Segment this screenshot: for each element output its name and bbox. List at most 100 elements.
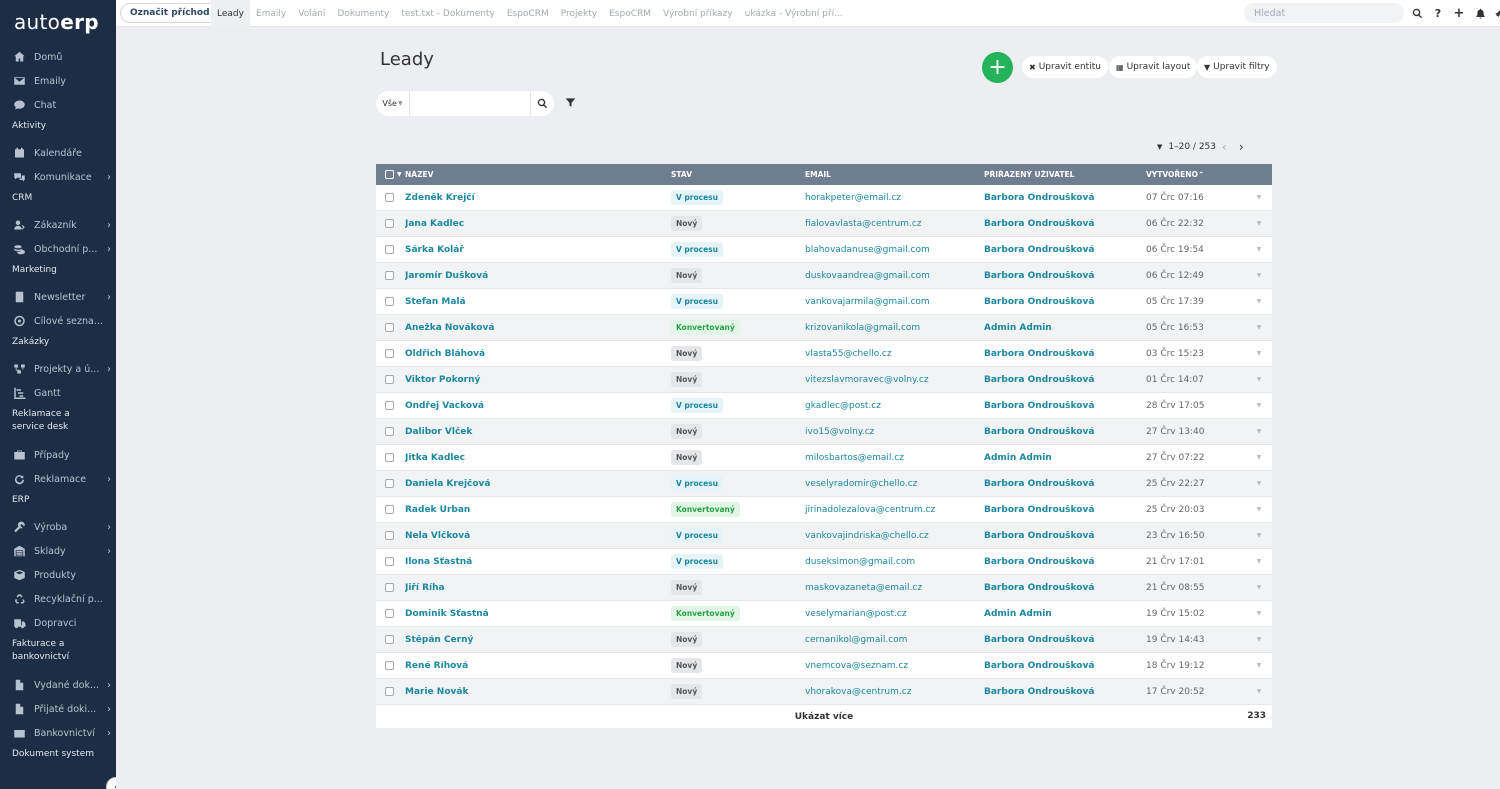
edit-entity-button[interactable]: ✖ Upravit entitu [1022, 56, 1108, 78]
row-checkbox[interactable] [385, 609, 394, 618]
row-checkbox[interactable] [385, 583, 394, 592]
row-checkbox[interactable] [385, 453, 394, 462]
email-link[interactable]: vankovajarmila@gmail.com [805, 297, 984, 307]
email-link[interactable]: vitezslavmoravec@volny.cz [805, 375, 984, 385]
assigned-user-link[interactable]: Admin Admin [984, 609, 1146, 619]
email-link[interactable]: maskovazaneta@email.cz [805, 583, 984, 593]
lead-name-link[interactable]: René Říhová [405, 661, 671, 671]
email-link[interactable]: horakpeter@email.cz [805, 193, 984, 203]
tab-1[interactable]: Emaily [250, 0, 292, 27]
sidebar-item-recyklační-p[interactable]: Recyklační p... [0, 589, 116, 609]
row-checkbox[interactable] [385, 245, 394, 254]
row-actions-chevron-icon[interactable]: ▼ [1246, 636, 1272, 643]
email-link[interactable]: duskovaandrea@gmail.com [805, 271, 984, 281]
assigned-user-link[interactable]: Barbora Ondroušková [984, 349, 1146, 359]
scope-select[interactable]: Vše ▼ [376, 91, 410, 116]
assigned-user-link[interactable]: Barbora Ondroušková [984, 635, 1146, 645]
tab-2[interactable]: Volání [292, 0, 331, 27]
row-actions-chevron-icon[interactable]: ▼ [1246, 662, 1272, 669]
lead-name-link[interactable]: Jiří Říha [405, 583, 671, 593]
column-header-status[interactable]: Stav [671, 170, 805, 179]
tab-6[interactable]: Projekty [555, 0, 603, 27]
app-logo[interactable]: autoerp [0, 0, 116, 38]
lead-name-link[interactable]: Ondřej Vacková [405, 401, 671, 411]
sidebar-item-případy[interactable]: Případy [0, 445, 116, 465]
tab-5[interactable]: EspoCRM [501, 0, 555, 27]
email-link[interactable]: vnemcova@seznam.cz [805, 661, 984, 671]
email-link[interactable]: milosbartos@email.cz [805, 453, 984, 463]
row-actions-chevron-icon[interactable]: ▼ [1246, 376, 1272, 383]
chevron-down-icon[interactable]: ▼ [1157, 143, 1162, 151]
lead-name-link[interactable]: Šárka Kolář [405, 245, 671, 255]
lead-name-link[interactable]: Jana Kadlec [405, 219, 671, 229]
row-checkbox[interactable] [385, 531, 394, 540]
row-checkbox[interactable] [385, 661, 394, 670]
assigned-user-link[interactable]: Barbora Ondroušková [984, 687, 1146, 697]
assigned-user-link[interactable]: Admin Admin [984, 453, 1146, 463]
row-actions-chevron-icon[interactable]: ▼ [1246, 220, 1272, 227]
sidebar-item-produkty[interactable]: Produkty [0, 565, 116, 585]
assigned-user-link[interactable]: Barbora Ondroušková [984, 661, 1146, 671]
assigned-user-link[interactable]: Barbora Ondroušková [984, 401, 1146, 411]
email-link[interactable]: vankovajindriska@chello.cz [805, 531, 984, 541]
row-actions-chevron-icon[interactable]: ▼ [1246, 688, 1272, 695]
email-link[interactable]: jirinadolezalova@centrum.cz [805, 505, 984, 515]
assigned-user-link[interactable]: Barbora Ondroušková [984, 297, 1146, 307]
row-actions-chevron-icon[interactable]: ▼ [1246, 246, 1272, 253]
assigned-user-link[interactable]: Barbora Ondroušková [984, 193, 1146, 203]
sidebar-item-reklamace[interactable]: Reklamace › [0, 469, 116, 489]
lead-name-link[interactable]: Daniela Krejčová [405, 479, 671, 489]
sidebar-item-emaily[interactable]: Emaily [0, 71, 116, 91]
row-checkbox[interactable] [385, 375, 394, 384]
sidebar-item-domů[interactable]: Domů [0, 47, 116, 67]
row-checkbox[interactable] [385, 349, 394, 358]
email-link[interactable]: blahovadanuse@gmail.com [805, 245, 984, 255]
tab-4[interactable]: test.txt - Dokumenty [395, 0, 500, 27]
plus-icon[interactable]: + [1452, 5, 1466, 21]
row-actions-chevron-icon[interactable]: ▼ [1246, 558, 1272, 565]
row-checkbox[interactable] [385, 401, 394, 410]
row-checkbox[interactable] [385, 297, 394, 306]
lead-name-link[interactable]: Nela Vlčková [405, 531, 671, 541]
email-link[interactable]: krizovanikola@gmail.com [805, 323, 984, 333]
assigned-user-link[interactable]: Admin Admin [984, 323, 1146, 333]
lead-name-link[interactable]: Dominik Šťastná [405, 609, 671, 619]
email-link[interactable]: veselyradomir@chello.cz [805, 479, 984, 489]
sidebar-item-gantt[interactable]: Gantt [0, 383, 116, 403]
email-link[interactable]: ivo15@volny.cz [805, 427, 984, 437]
checkin-button[interactable]: Označit příchod [120, 3, 220, 23]
create-lead-button[interactable]: + [982, 52, 1013, 83]
assigned-user-link[interactable]: Barbora Ondroušková [984, 583, 1146, 593]
lead-name-link[interactable]: Viktor Pokorný [405, 375, 671, 385]
row-actions-chevron-icon[interactable]: ▼ [1246, 480, 1272, 487]
sidebar-item-výroba[interactable]: Výroba › [0, 517, 116, 537]
email-link[interactable]: fialovavlasta@centrum.cz [805, 219, 984, 229]
search-icon[interactable] [1410, 5, 1424, 21]
email-link[interactable]: vhorakova@centrum.cz [805, 687, 984, 697]
sidebar-item-přijaté-doki[interactable]: Přijaté doki... › [0, 699, 116, 719]
prev-page-icon[interactable]: ‹ [1222, 140, 1227, 154]
sidebar-item-zákazník[interactable]: Zákazník › [0, 215, 116, 235]
row-checkbox[interactable] [385, 557, 394, 566]
row-actions-chevron-icon[interactable]: ▼ [1246, 194, 1272, 201]
sidebar-item-kalendáře[interactable]: Kalendáře [0, 143, 116, 163]
assigned-user-link[interactable]: Barbora Ondroušková [984, 557, 1146, 567]
search-icon[interactable] [530, 91, 554, 116]
row-checkbox[interactable] [385, 271, 394, 280]
row-actions-chevron-icon[interactable]: ▼ [1246, 532, 1272, 539]
email-link[interactable]: gkadlec@post.cz [805, 401, 984, 411]
filter-search-input[interactable] [410, 92, 530, 115]
sidebar-item-sklady[interactable]: Sklady › [0, 541, 116, 561]
lead-name-link[interactable]: Radek Urban [405, 505, 671, 515]
sidebar-item-newsletter[interactable]: Newsletter › [0, 287, 116, 307]
column-header-email[interactable]: Email [805, 170, 984, 179]
checkbox[interactable] [385, 170, 394, 179]
email-link[interactable]: duseksimon@gmail.com [805, 557, 984, 567]
row-checkbox[interactable] [385, 193, 394, 202]
row-actions-chevron-icon[interactable]: ▼ [1246, 298, 1272, 305]
lead-name-link[interactable]: Štěpán Černý [405, 635, 671, 645]
sidebar-item-vydané-dok[interactable]: Vydané dok... › [0, 675, 116, 695]
row-checkbox[interactable] [385, 505, 394, 514]
assigned-user-link[interactable]: Barbora Ondroušková [984, 271, 1146, 281]
lead-name-link[interactable]: Jaromír Dušková [405, 271, 671, 281]
